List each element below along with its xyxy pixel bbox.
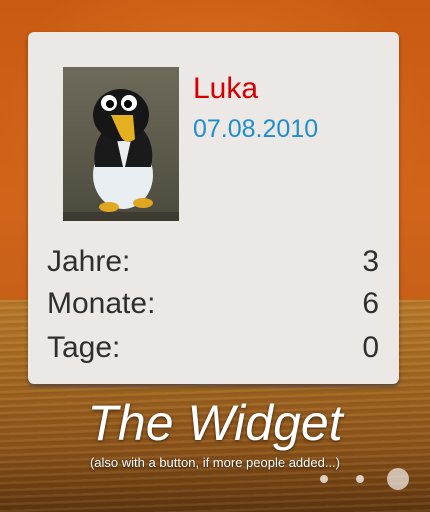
penguin-icon bbox=[63, 89, 179, 221]
months-value: 6 bbox=[362, 287, 379, 320]
caption-title: The Widget bbox=[87, 395, 343, 451]
caption-subtitle: (also with a button, if more people adde… bbox=[89, 455, 341, 470]
months-label: Monate: bbox=[47, 287, 156, 320]
penguin-photo[interactable] bbox=[63, 67, 179, 221]
birth-date: 07.08.2010 bbox=[193, 115, 319, 143]
days-label: Tage: bbox=[47, 331, 121, 364]
page-dot-active[interactable] bbox=[387, 468, 409, 490]
years-label: Jahre: bbox=[47, 245, 131, 278]
days-row: Tage: 0 bbox=[47, 331, 379, 371]
birthday-widget[interactable]: Luka 07.08.2010 Jahre: 3 Monate: 6 Tage:… bbox=[28, 32, 399, 384]
page-dot-2[interactable] bbox=[356, 475, 364, 483]
days-value: 0 bbox=[362, 331, 379, 364]
months-row: Monate: 6 bbox=[47, 287, 379, 327]
page-dot-1[interactable] bbox=[320, 475, 328, 483]
years-row: Jahre: 3 bbox=[47, 245, 379, 285]
person-name: Luka bbox=[193, 72, 259, 105]
years-value: 3 bbox=[362, 245, 379, 278]
